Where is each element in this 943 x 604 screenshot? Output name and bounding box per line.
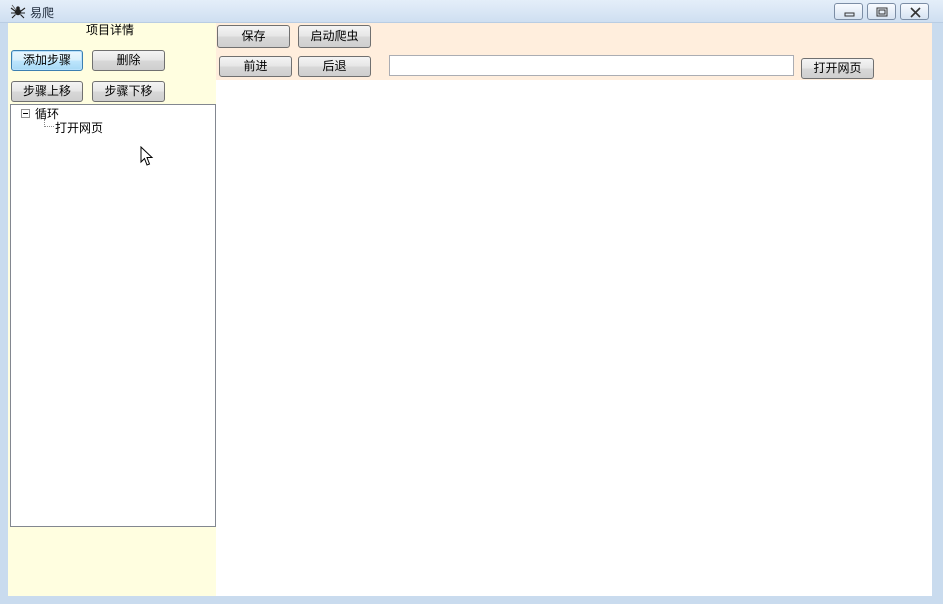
move-step-up-button[interactable]: 步骤上移 xyxy=(11,81,83,102)
window-title: 易爬 xyxy=(30,6,55,20)
save-button[interactable]: 保存 xyxy=(217,25,290,48)
spider-app-icon xyxy=(10,4,26,19)
minimize-icon xyxy=(844,12,855,17)
move-step-down-button[interactable]: 步骤下移 xyxy=(92,81,165,102)
title-bar[interactable] xyxy=(0,0,943,23)
close-button[interactable] xyxy=(900,3,929,20)
step-tree[interactable]: 循环 打开网页 xyxy=(10,104,216,527)
add-step-button[interactable]: 添加步骤 xyxy=(11,50,83,71)
delete-button[interactable]: 删除 xyxy=(92,50,165,71)
mouse-cursor-icon xyxy=(140,146,154,166)
close-icon xyxy=(910,7,921,18)
window-frame-left xyxy=(0,23,8,598)
tree-connector xyxy=(44,126,54,127)
collapse-icon[interactable] xyxy=(21,109,30,118)
open-page-button[interactable]: 打开网页 xyxy=(801,58,874,79)
maximize-button[interactable] xyxy=(867,3,896,20)
back-button[interactable]: 后退 xyxy=(298,56,371,77)
minimize-button[interactable] xyxy=(834,3,863,20)
window-frame-right xyxy=(932,23,943,598)
maximize-icon xyxy=(876,7,888,17)
forward-button[interactable]: 前进 xyxy=(219,56,292,77)
browser-view[interactable] xyxy=(216,80,932,596)
start-crawler-button[interactable]: 启动爬虫 xyxy=(298,25,371,48)
tree-node-open-page[interactable]: 打开网页 xyxy=(55,119,103,136)
window-frame-bottom xyxy=(0,596,943,604)
url-input[interactable] xyxy=(389,55,794,76)
project-details-heading: 项目详情 xyxy=(86,23,135,37)
